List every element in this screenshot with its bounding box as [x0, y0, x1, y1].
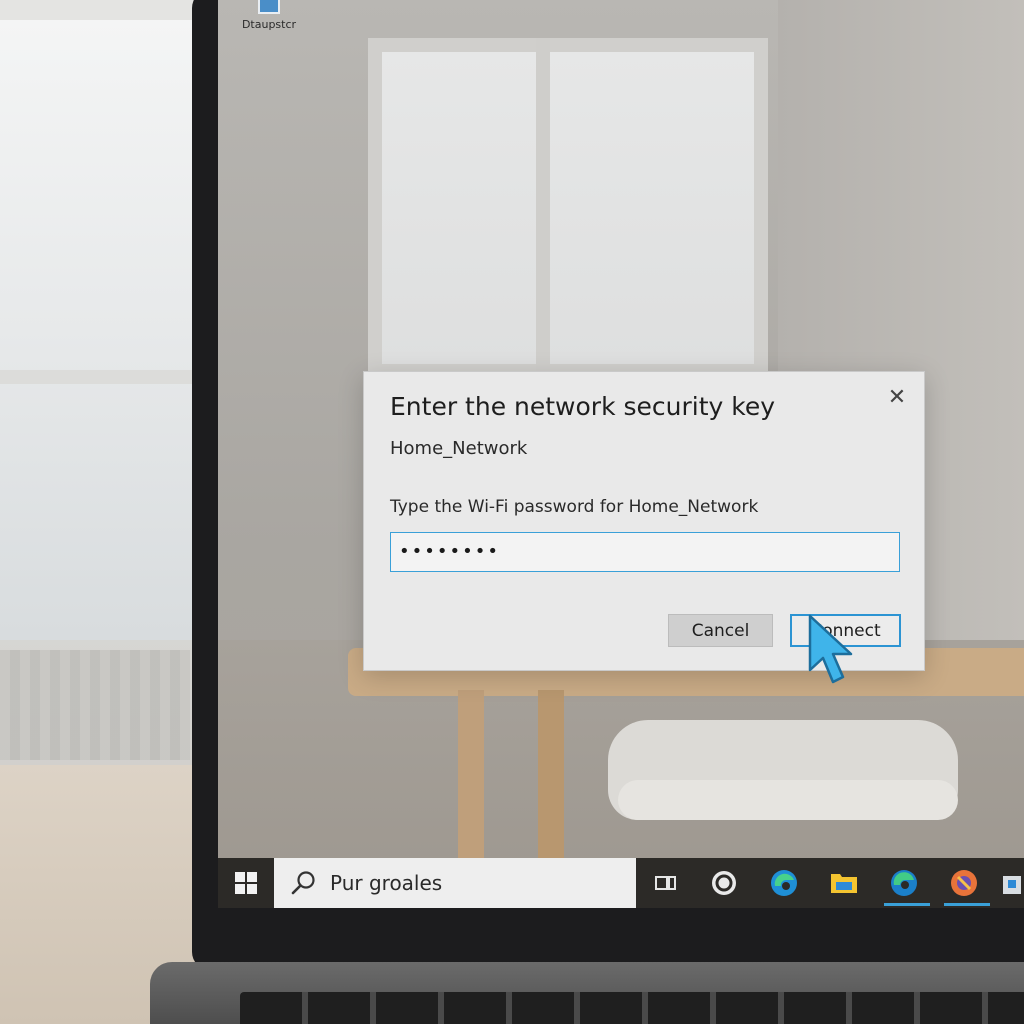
cancel-button[interactable]: Cancel	[668, 614, 773, 647]
search-icon	[291, 871, 315, 895]
wallpaper-window	[368, 38, 768, 378]
room-radiator	[0, 650, 190, 760]
computer-icon	[258, 0, 280, 14]
search-text: Pur groales	[330, 871, 443, 895]
windows-start-icon[interactable]	[226, 866, 266, 900]
taskbar: Pur groales	[218, 858, 1024, 908]
password-prompt: Type the Wi-Fi password for Home_Network	[390, 497, 759, 517]
wallpaper-table-leg	[538, 690, 564, 860]
cortana-icon[interactable]	[704, 866, 744, 900]
edge-pinned-icon[interactable]	[884, 866, 930, 906]
active-app-indicator	[884, 903, 930, 906]
room-background	[0, 0, 200, 1024]
room-window-sill	[0, 370, 192, 384]
password-input[interactable]: ••••••••	[390, 532, 900, 572]
dialog-title: Enter the network security key	[390, 392, 776, 421]
desktop-shortcut[interactable]: Dtaupstcr	[234, 0, 304, 40]
firefox-icon[interactable]	[944, 866, 990, 906]
wallpaper-chair-seat	[618, 780, 958, 820]
taskbar-search-box[interactable]: Pur groales	[274, 858, 636, 908]
desktop-shortcut-label: Dtaupstcr	[241, 18, 297, 31]
keyboard-keys	[240, 992, 1024, 1024]
file-explorer-icon[interactable]	[824, 866, 864, 900]
task-view-icon[interactable]	[646, 866, 686, 900]
active-app-indicator	[944, 903, 990, 906]
wallpaper-window-mullion	[536, 38, 550, 378]
laptop-screen: Dtaupstcr ✕ Enter the network security k…	[218, 0, 1024, 908]
store-icon[interactable]	[998, 866, 1024, 900]
edge-icon[interactable]	[764, 866, 804, 900]
close-icon[interactable]: ✕	[882, 382, 912, 412]
room-window	[0, 20, 192, 640]
wallpaper-table-leg	[458, 690, 484, 860]
network-name: Home_Network	[390, 438, 528, 459]
mouse-cursor-icon	[808, 614, 853, 684]
